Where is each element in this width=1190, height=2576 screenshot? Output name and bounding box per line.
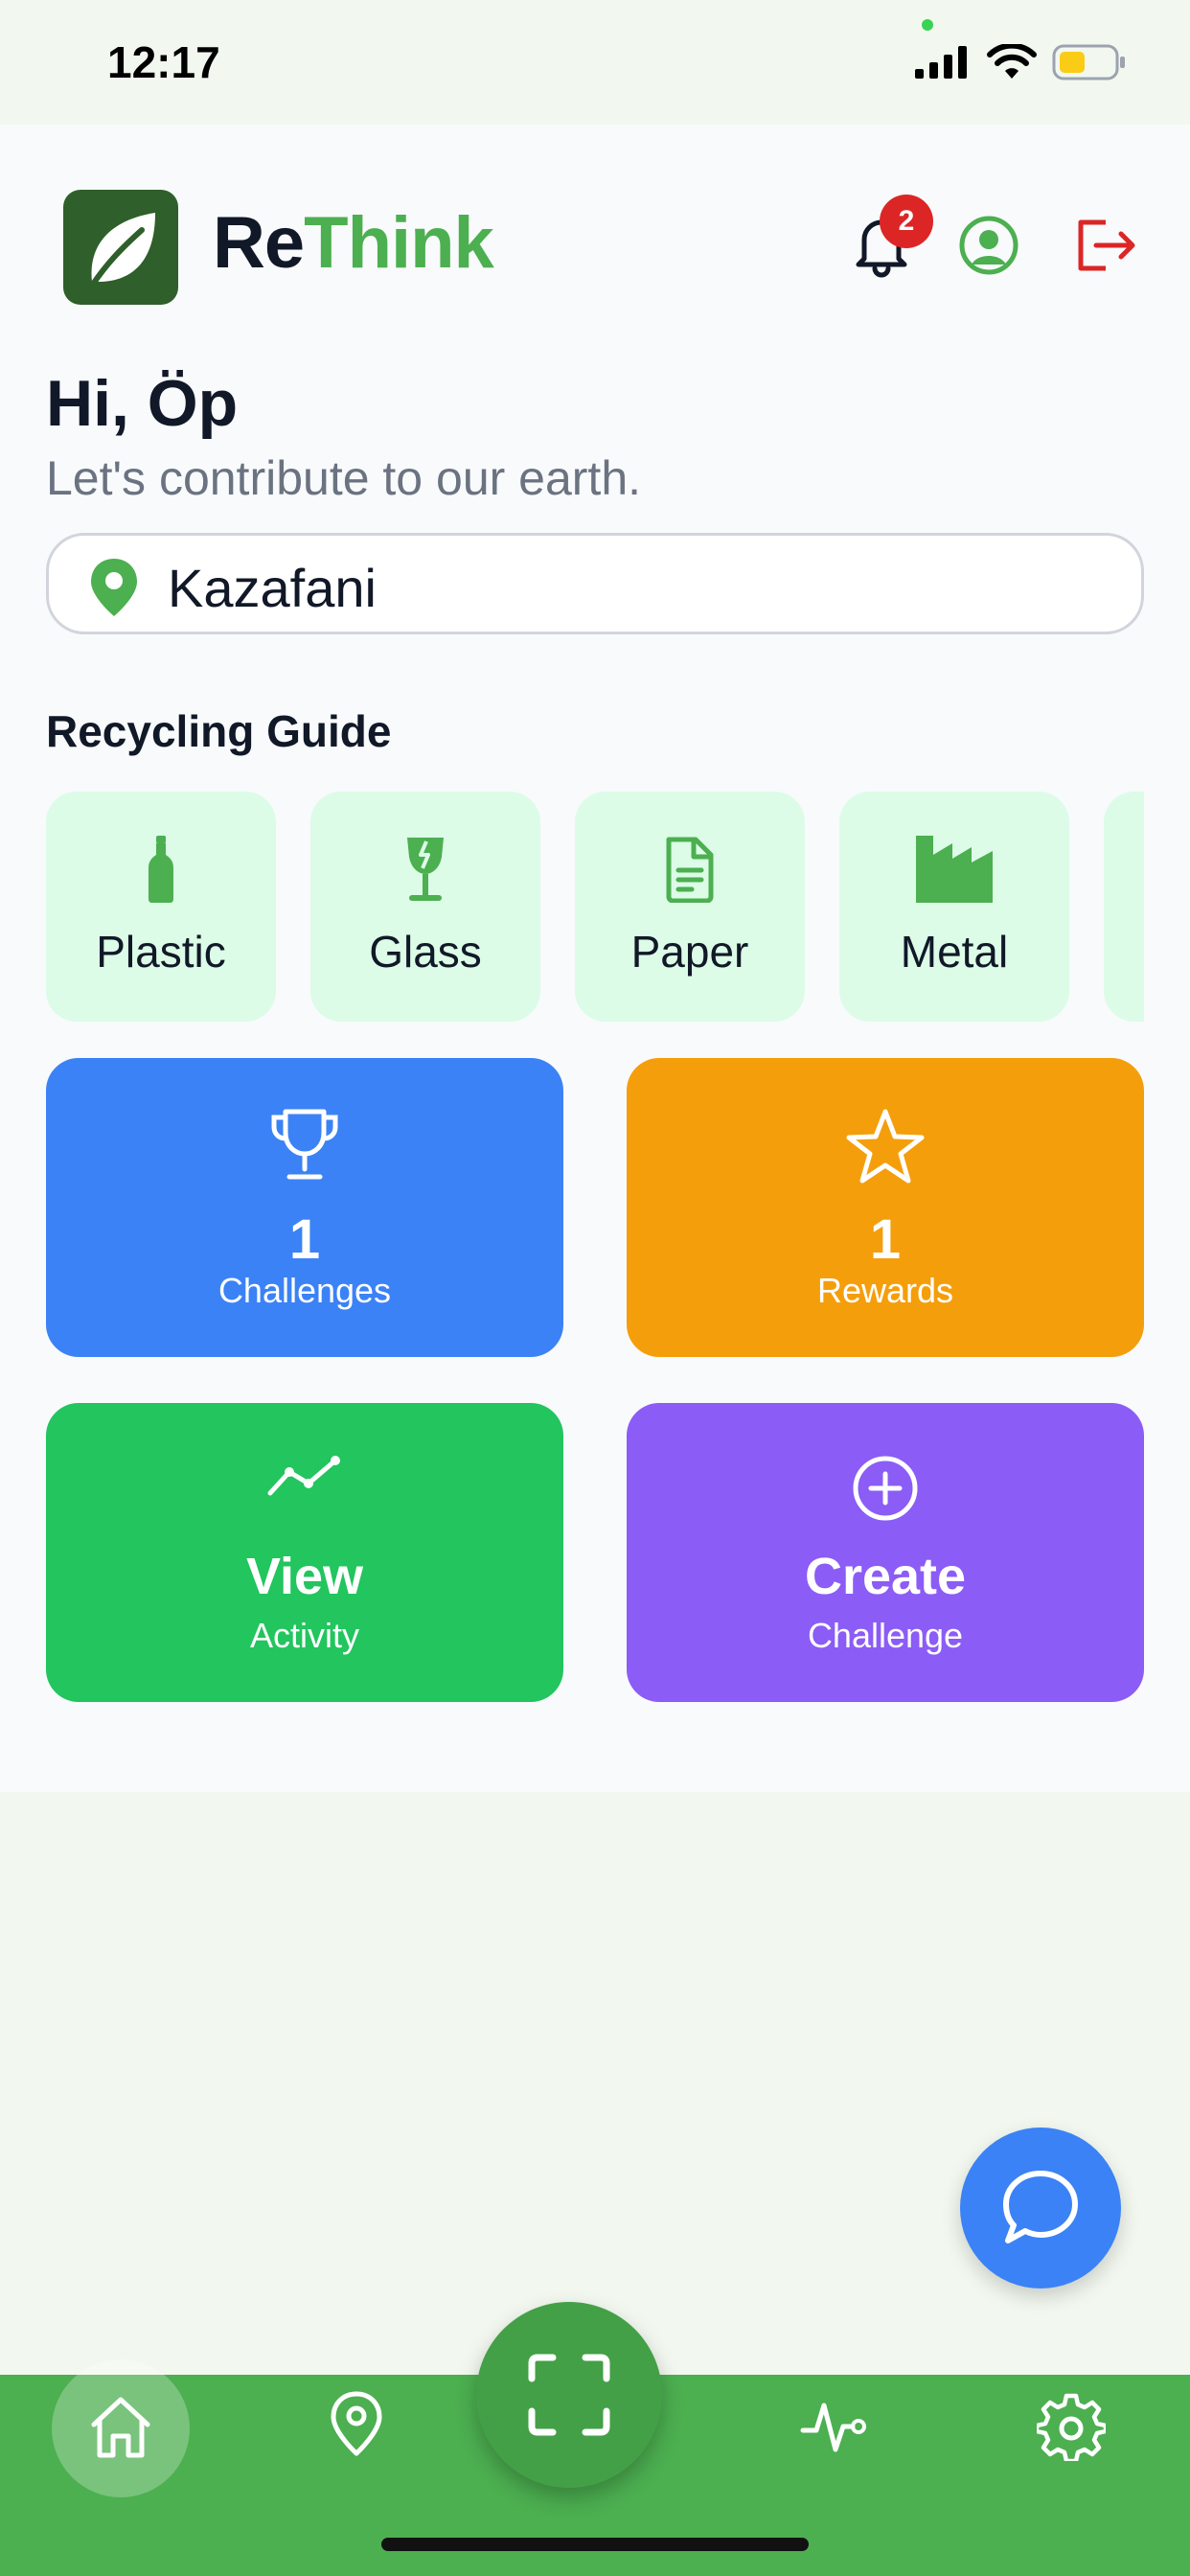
trophy-icon: [271, 1109, 338, 1180]
logout-icon: [1078, 219, 1135, 271]
home-indicator: [381, 2538, 809, 2551]
map-pin-icon[interactable]: [328, 2390, 385, 2459]
rewards-label: Rewards: [816, 1271, 954, 1310]
view-activity-label: Activity: [249, 1616, 359, 1655]
camera-indicator: [922, 19, 933, 31]
bottle-icon: [149, 836, 173, 903]
scan-button[interactable]: [476, 2302, 662, 2488]
guide-item-metal[interactable]: Metal: [839, 792, 1069, 1022]
guide-item-glass[interactable]: Glass: [310, 792, 540, 1022]
battery-icon: [1052, 44, 1125, 80]
notification-badge: 2: [880, 195, 933, 248]
brand-part-think: Think: [304, 202, 494, 284]
guide-item-label: Paper: [630, 927, 749, 977]
create-challenge-card[interactable]: Create Challenge: [627, 1403, 1144, 1702]
logout-button[interactable]: [1073, 215, 1140, 276]
guide-item-label: Metal: [900, 927, 1009, 977]
app-logo: [63, 190, 178, 305]
plus-circle-icon: [853, 1456, 918, 1521]
greeting-title: Hi, Öp: [46, 367, 239, 440]
rewards-count: 1: [869, 1208, 902, 1271]
create-challenge-label: Challenge: [807, 1616, 964, 1655]
challenges-card[interactable]: 1 Challenges: [46, 1058, 563, 1357]
profile-button[interactable]: [958, 215, 1019, 276]
trend-line-icon: [267, 1456, 340, 1496]
location-field[interactable]: Kazafani: [46, 533, 1144, 634]
wine-glass-icon: [407, 838, 444, 901]
star-icon: [846, 1109, 925, 1184]
rewards-card[interactable]: 1 Rewards: [627, 1058, 1144, 1357]
factory-icon: [916, 836, 993, 903]
nav-home[interactable]: [52, 2359, 190, 2497]
document-icon: [666, 837, 714, 904]
create-challenge-title: Create: [804, 1548, 967, 1605]
view-activity-card[interactable]: View Activity: [46, 1403, 563, 1702]
settings-icon[interactable]: [1037, 2392, 1106, 2461]
chat-bubble-icon: [1003, 2171, 1078, 2243]
status-bar: 12:17: [0, 0, 1190, 125]
guide-item-more[interactable]: [1104, 792, 1144, 1022]
challenges-count: 1: [288, 1208, 321, 1271]
recycling-guide-title: Recycling Guide: [46, 706, 392, 756]
status-time: 12:17: [107, 37, 220, 87]
challenges-label: Challenges: [217, 1271, 392, 1310]
view-activity-title: View: [245, 1548, 364, 1605]
brand-part-re: Re: [213, 202, 305, 284]
activity-icon[interactable]: [799, 2392, 868, 2459]
greeting-subtitle: Let's contribute to our earth.: [46, 451, 642, 505]
recycling-guide-list[interactable]: Plastic Glass Paper Metal: [46, 792, 1144, 1024]
chat-button[interactable]: [960, 2128, 1121, 2288]
user-circle-icon: [959, 216, 1018, 275]
guide-item-plastic[interactable]: Plastic: [46, 792, 276, 1022]
home-icon: [91, 2397, 150, 2458]
location-value: Kazafani: [168, 558, 377, 618]
map-pin-icon: [91, 559, 137, 616]
guide-item-label: Glass: [369, 927, 482, 977]
signal-icon: [915, 46, 967, 79]
guide-item-paper[interactable]: Paper: [575, 792, 805, 1022]
brand-name: ReThink: [213, 201, 494, 285]
wifi-icon: [987, 44, 1037, 79]
guide-item-label: Plastic: [96, 927, 226, 977]
scan-icon: [528, 2354, 610, 2436]
leaf-icon: [89, 213, 155, 288]
